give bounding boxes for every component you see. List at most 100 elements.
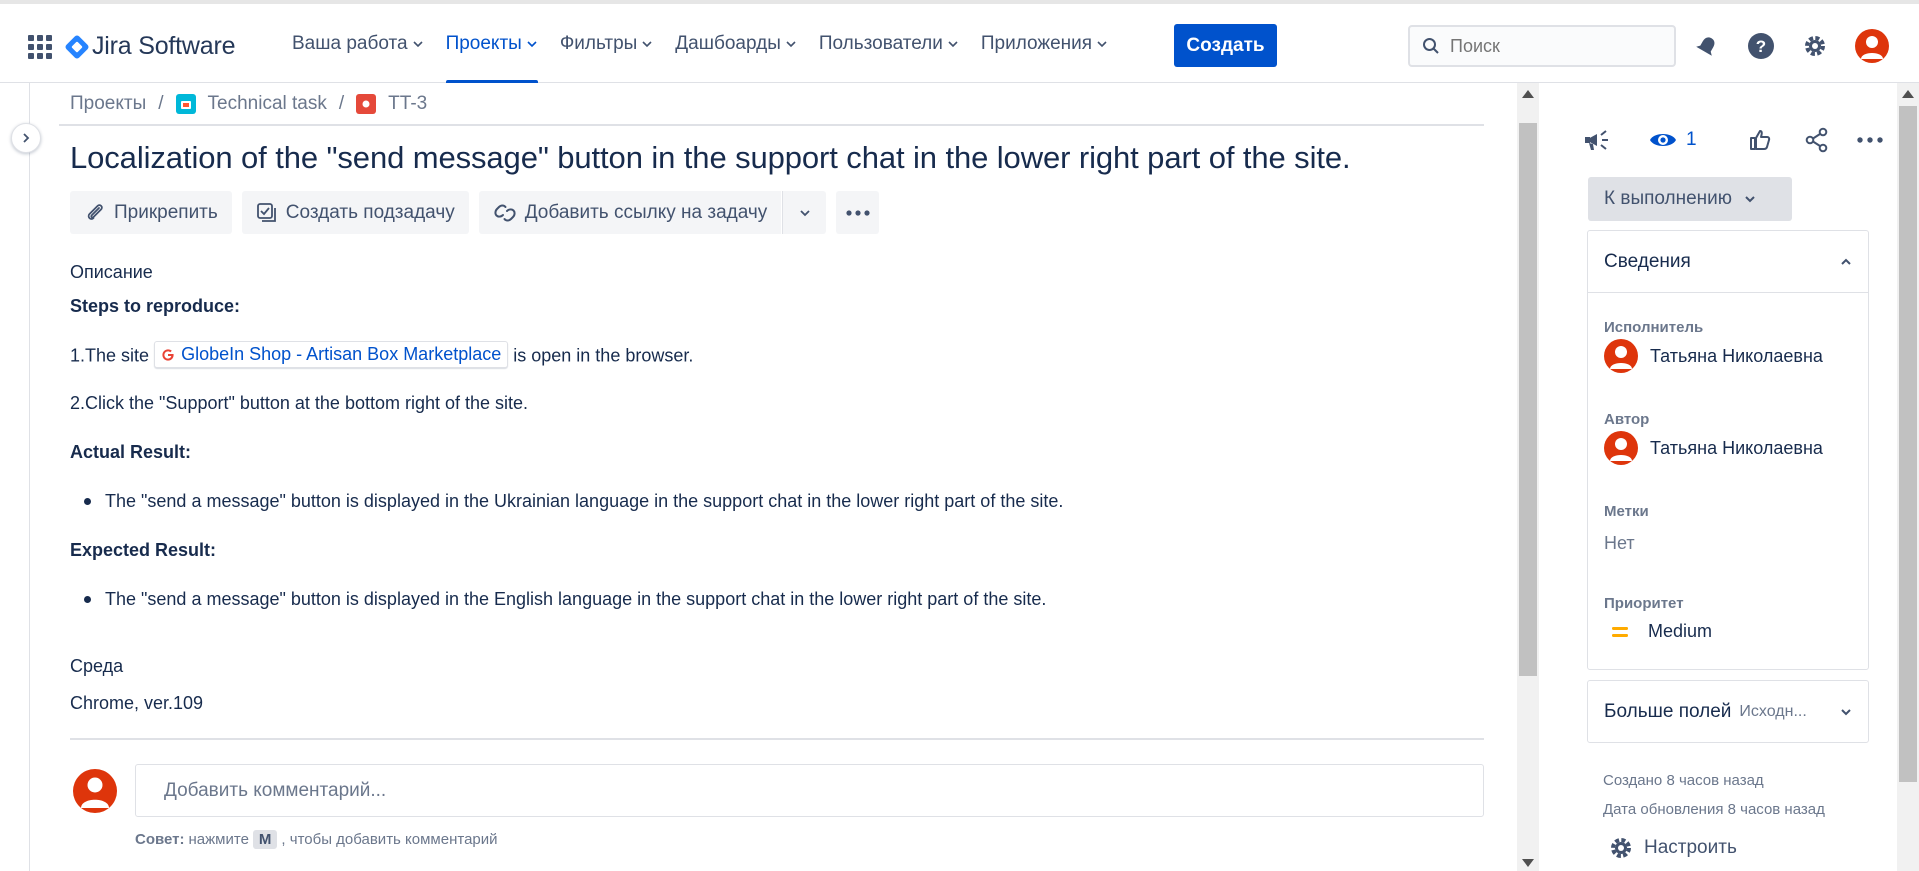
watch-eye-icon[interactable] bbox=[1646, 123, 1680, 157]
breadcrumb-separator: / bbox=[338, 93, 345, 114]
main-scrollbar[interactable] bbox=[1517, 83, 1539, 871]
expected-list-item[interactable]: The "send a message" button is displayed… bbox=[84, 589, 1046, 610]
nav-projects[interactable]: Проекты bbox=[438, 4, 546, 83]
search-input[interactable] bbox=[1450, 35, 1650, 57]
expand-sidebar-button[interactable] bbox=[11, 123, 41, 153]
nav-filters[interactable]: Фильтры bbox=[552, 4, 661, 83]
link-issue-button[interactable]: Добавить ссылку на задачу bbox=[478, 191, 782, 234]
reporter-field[interactable]: Татьяна Николаевна bbox=[1604, 431, 1823, 465]
nav-people[interactable]: Пользователи bbox=[811, 4, 967, 83]
status-dropdown[interactable]: К выполнению bbox=[1588, 177, 1792, 221]
search-box[interactable] bbox=[1408, 25, 1676, 67]
details-header[interactable]: Сведения bbox=[1588, 231, 1868, 293]
settings-gear-icon[interactable] bbox=[1800, 31, 1830, 61]
tip-bold: Совет: bbox=[135, 831, 185, 848]
comment-input[interactable]: Добавить комментарий... bbox=[135, 764, 1484, 817]
priority-label: Приоритет bbox=[1604, 595, 1684, 612]
nav-label: Приложения bbox=[980, 32, 1093, 54]
step-1-suffix: is open in the browser. bbox=[513, 345, 694, 366]
sidebar-scrollbar[interactable] bbox=[1897, 83, 1919, 871]
like-thumb-icon[interactable] bbox=[1743, 123, 1777, 157]
priority-value: Medium bbox=[1648, 621, 1713, 641]
steps-heading[interactable]: Steps to reproduce: bbox=[70, 296, 240, 317]
labels-label: Метки bbox=[1604, 503, 1649, 520]
product-logo[interactable]: Jira Software bbox=[64, 32, 235, 61]
create-subtask-button[interactable]: Создать подзадачу bbox=[241, 191, 469, 234]
comment-tip: Совет: нажмите M , чтобы добавить коммен… bbox=[135, 830, 498, 849]
scrollbar-thumb[interactable] bbox=[1519, 123, 1537, 676]
steps-heading-text: Steps to reproduce: bbox=[70, 296, 241, 316]
updated-timestamp: Дата обновления 8 часов назад bbox=[1603, 801, 1825, 818]
priority-field[interactable]: Medium bbox=[1612, 621, 1712, 642]
chevron-down-icon bbox=[948, 40, 958, 47]
issue-title[interactable]: Localization of the "send message" butto… bbox=[70, 140, 1351, 176]
more-dots-icon[interactable] bbox=[1853, 123, 1887, 157]
more-fields-hint: Исходн... bbox=[1739, 702, 1807, 720]
created-timestamp: Создано 8 часов назад bbox=[1603, 772, 1764, 789]
breadcrumb-project[interactable]: Technical task bbox=[208, 93, 327, 115]
create-button[interactable]: Создать bbox=[1174, 24, 1277, 67]
nav-label: Дашбоарды bbox=[675, 32, 781, 54]
attach-button[interactable]: Прикрепить bbox=[70, 191, 232, 234]
status-label: К выполнению bbox=[1604, 188, 1733, 209]
breadcrumb-issue-key[interactable]: TT-3 bbox=[388, 93, 427, 115]
more-fields-title: Больше полей bbox=[1604, 700, 1732, 722]
smart-link[interactable]: GlobeIn Shop - Artisan Box Marketplace bbox=[154, 341, 509, 368]
link-label: Добавить ссылку на задачу bbox=[524, 201, 768, 223]
nav-your-work[interactable]: Ваша работа bbox=[284, 4, 432, 83]
notifications-icon[interactable] bbox=[1692, 31, 1722, 61]
share-icon[interactable] bbox=[1800, 123, 1834, 157]
configure-button[interactable]: Настроить bbox=[1608, 835, 1737, 861]
step-1-prefix: 1.The site bbox=[70, 345, 150, 366]
watch-count[interactable]: 1 bbox=[1686, 129, 1697, 151]
expected-heading-text: Expected Result: bbox=[70, 540, 217, 560]
google-favicon-icon bbox=[162, 348, 174, 361]
nav-apps[interactable]: Приложения bbox=[973, 4, 1116, 83]
user-avatar[interactable] bbox=[1855, 29, 1889, 63]
reporter-avatar bbox=[1604, 431, 1638, 465]
tip-post: , чтобы добавить комментарий bbox=[281, 831, 498, 848]
scrollbar-thumb[interactable] bbox=[1899, 106, 1917, 782]
chevron-right-icon bbox=[23, 133, 30, 143]
reporter-label: Автор bbox=[1604, 411, 1650, 428]
chevron-down-icon bbox=[412, 40, 423, 47]
actual-heading[interactable]: Actual Result: bbox=[70, 442, 191, 463]
feedback-megaphone-icon[interactable] bbox=[1580, 123, 1614, 157]
commenter-avatar bbox=[73, 769, 117, 813]
step-2[interactable]: 2.Click the "Support" button at the bott… bbox=[70, 393, 528, 414]
assignee-field[interactable]: Татьяна Николаевна bbox=[1604, 339, 1823, 373]
link-icon bbox=[494, 204, 516, 221]
more-fields-panel[interactable]: Больше полей Исходн... bbox=[1587, 680, 1869, 743]
nav-label: Пользователи bbox=[818, 32, 943, 54]
scroll-up-arrow[interactable] bbox=[1522, 90, 1534, 98]
actual-list-item[interactable]: The "send a message" button is displayed… bbox=[84, 491, 1063, 512]
attach-label: Прикрепить bbox=[114, 201, 218, 223]
scroll-up-arrow[interactable] bbox=[1902, 90, 1914, 98]
breadcrumb-projects[interactable]: Проекты bbox=[70, 93, 146, 115]
subtask-label: Создать подзадачу bbox=[285, 201, 455, 223]
labels-field[interactable]: Нет bbox=[1604, 533, 1635, 554]
top-navigation: Jira Software Ваша работа Проекты Фильтр… bbox=[0, 0, 1919, 83]
jira-logo-icon bbox=[64, 33, 90, 60]
more-actions-button[interactable] bbox=[836, 191, 880, 234]
chevron-down-icon bbox=[800, 209, 810, 216]
scroll-down-arrow[interactable] bbox=[1522, 859, 1534, 867]
expected-item-text: The "send a message" button is displayed… bbox=[105, 589, 1047, 609]
search-icon bbox=[1423, 38, 1439, 54]
link-issue-dropdown[interactable] bbox=[782, 191, 827, 234]
chevron-down-icon bbox=[642, 40, 652, 47]
breadcrumb: Проекты / Technical task / TT-3 bbox=[70, 92, 427, 116]
project-avatar-icon bbox=[175, 94, 196, 114]
actual-heading-text: Actual Result: bbox=[70, 442, 192, 462]
divider bbox=[59, 124, 1484, 126]
app-switcher-icon[interactable] bbox=[28, 35, 52, 59]
more-dots-icon bbox=[846, 209, 870, 216]
help-icon[interactable]: ? bbox=[1746, 31, 1776, 61]
nav-label: Ваша работа bbox=[292, 32, 408, 54]
assignee-avatar bbox=[1604, 339, 1638, 373]
expected-heading[interactable]: Expected Result: bbox=[70, 540, 216, 561]
nav-label: Проекты bbox=[445, 32, 522, 54]
nav-dashboards[interactable]: Дашбоарды bbox=[667, 4, 805, 83]
step-1[interactable]: 1.The site GlobeIn Shop - Artisan Box Ma… bbox=[70, 341, 693, 368]
environment-value[interactable]: Chrome, ver.109 bbox=[70, 693, 203, 714]
